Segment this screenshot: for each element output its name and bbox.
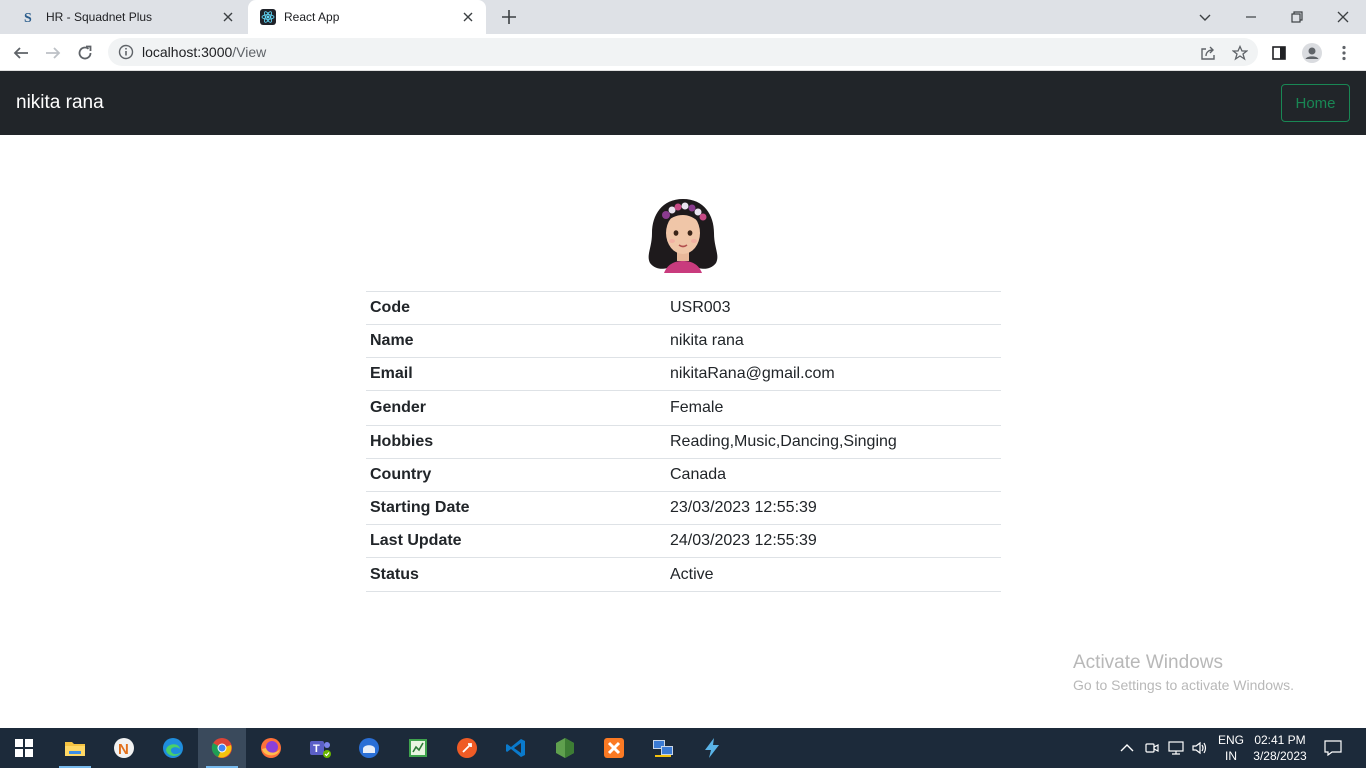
table-row: Country Canada xyxy=(366,458,1001,492)
notifications-icon[interactable] xyxy=(1324,728,1342,768)
table-row: Email nikitaRana@gmail.com xyxy=(366,357,1001,391)
windows-taskbar: N T ENG IN 02:41 PM 3/28/2023 xyxy=(0,728,1366,768)
row-value: 24/03/2023 12:55:39 xyxy=(666,524,1001,558)
network-icon[interactable] xyxy=(1168,728,1184,768)
windows-start-icon[interactable] xyxy=(0,728,48,768)
table-row: Code USR003 xyxy=(366,291,1001,325)
home-button[interactable]: Home xyxy=(1281,84,1350,122)
table-row: Hobbies Reading,Music,Dancing,Singing xyxy=(366,425,1001,459)
close-window-icon[interactable] xyxy=(1332,6,1354,28)
back-arrow-icon[interactable] xyxy=(10,42,32,64)
browser-tab-react-app[interactable]: React App xyxy=(248,0,486,34)
close-tab-icon[interactable] xyxy=(220,9,236,25)
row-label: Gender xyxy=(366,390,666,426)
profile-avatar-icon[interactable] xyxy=(1301,42,1323,64)
user-avatar xyxy=(642,193,724,277)
reload-icon[interactable] xyxy=(74,42,96,64)
browser-toolbar: localhost:3000/View xyxy=(0,34,1366,71)
squadnet-favicon-icon: S xyxy=(22,9,38,25)
table-row: Status Active xyxy=(366,557,1001,592)
tab-search-chevron-down-icon[interactable] xyxy=(1194,6,1216,28)
row-label: Country xyxy=(366,458,666,492)
url-text: localhost:3000/View xyxy=(142,44,266,60)
language-code: ENG xyxy=(1217,733,1244,747)
row-label: Starting Date xyxy=(366,491,666,525)
minimize-window-icon[interactable] xyxy=(1240,6,1262,28)
table-row: Gender Female xyxy=(366,390,1001,426)
edge-browser-icon[interactable] xyxy=(149,728,197,768)
taskbar-clock[interactable]: 02:41 PM 3/28/2023 xyxy=(1252,732,1308,764)
close-tab-icon[interactable] xyxy=(460,9,476,25)
clock-date: 3/28/2023 xyxy=(1253,749,1307,763)
postman-icon[interactable] xyxy=(443,728,491,768)
svg-text:N: N xyxy=(118,741,129,758)
network-computer-icon[interactable] xyxy=(639,728,687,768)
region-code: IN xyxy=(1225,749,1237,763)
svg-text:T: T xyxy=(313,743,320,755)
row-value: Active xyxy=(666,557,1001,592)
nodejs-icon[interactable] xyxy=(541,728,589,768)
row-label: Status xyxy=(366,557,666,592)
browser-menu-kebab-icon[interactable] xyxy=(1333,42,1355,64)
row-label: Email xyxy=(366,357,666,391)
address-bar[interactable]: localhost:3000/View xyxy=(108,38,1258,66)
bookmark-star-icon[interactable] xyxy=(1229,42,1251,64)
table-row: Last Update 24/03/2023 12:55:39 xyxy=(366,524,1001,558)
row-label: Hobbies xyxy=(366,425,666,459)
navbar-brand[interactable]: nikita rana xyxy=(16,92,104,114)
app-notepad-chart-icon[interactable] xyxy=(394,728,442,768)
restore-window-icon[interactable] xyxy=(1286,6,1308,28)
app-navbar: nikita rana Home xyxy=(0,71,1366,135)
react-favicon-icon xyxy=(260,9,276,25)
activate-windows-subtitle: Go to Settings to activate Windows. xyxy=(1073,677,1294,693)
side-panel-icon[interactable] xyxy=(1268,42,1290,64)
file-explorer-icon[interactable] xyxy=(51,728,99,768)
user-details-table: Code USR003 Name nikita rana Email nikitaRa… xyxy=(366,291,1001,592)
new-tab-plus-icon[interactable] xyxy=(500,8,518,26)
url-host: localhost:3000 xyxy=(142,44,233,60)
show-hidden-icons-chevron-up-icon[interactable] xyxy=(1120,728,1134,768)
vscode-icon[interactable] xyxy=(492,728,540,768)
row-value: Reading,Music,Dancing,Singing xyxy=(666,425,1001,459)
url-path: /View xyxy=(232,44,267,60)
activate-windows-title: Activate Windows xyxy=(1073,652,1223,673)
meet-now-camera-icon[interactable] xyxy=(1145,728,1159,768)
svg-text:S: S xyxy=(24,11,32,25)
lightning-app-icon[interactable] xyxy=(688,728,736,768)
browser-tab-hr[interactable]: S HR - Squadnet Plus xyxy=(8,0,246,34)
row-label: Name xyxy=(366,324,666,358)
row-label: Last Update xyxy=(366,524,666,558)
app-blue-shield-icon[interactable] xyxy=(345,728,393,768)
site-info-icon[interactable] xyxy=(118,44,134,60)
row-label: Code xyxy=(366,291,666,325)
xampp-icon[interactable] xyxy=(590,728,638,768)
table-row: Starting Date 23/03/2023 12:55:39 xyxy=(366,491,1001,525)
row-value: Canada xyxy=(666,458,1001,492)
row-value: USR003 xyxy=(666,291,1001,325)
table-row: Name nikita rana xyxy=(366,324,1001,358)
browser-tab-title: HR - Squadnet Plus xyxy=(46,10,153,24)
input-language[interactable]: ENG IN xyxy=(1216,732,1246,764)
browser-tab-strip: S HR - Squadnet Plus React App xyxy=(0,0,1366,34)
app-n-icon[interactable]: N xyxy=(100,728,148,768)
volume-speaker-icon[interactable] xyxy=(1192,728,1208,768)
clock-time: 02:41 PM xyxy=(1254,733,1306,747)
row-value: nikita rana xyxy=(666,324,1001,358)
chrome-browser-icon[interactable] xyxy=(198,728,246,768)
row-value: 23/03/2023 12:55:39 xyxy=(666,491,1001,525)
share-icon[interactable] xyxy=(1197,42,1219,64)
row-value: nikitaRana@gmail.com xyxy=(666,357,1001,391)
teams-icon[interactable]: T xyxy=(296,728,344,768)
forward-arrow-icon[interactable] xyxy=(42,42,64,64)
row-value: Female xyxy=(666,390,1001,426)
firefox-browser-icon[interactable] xyxy=(247,728,295,768)
browser-tab-title: React App xyxy=(284,10,340,24)
